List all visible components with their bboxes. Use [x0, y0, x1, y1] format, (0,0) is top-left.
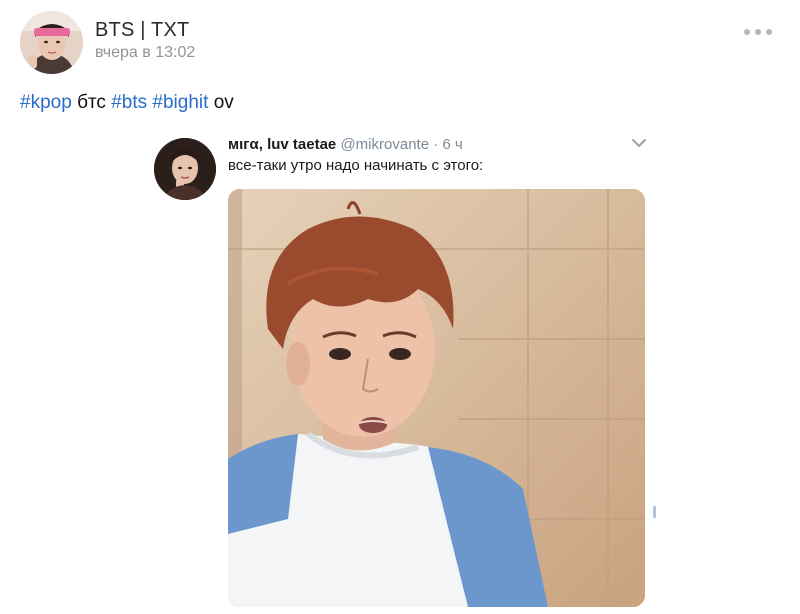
hashtag-bighit[interactable]: #bighit: [152, 92, 208, 113]
post-timestamp[interactable]: вчера в 13:02: [95, 44, 195, 62]
tweet-header: мιгα, luv taetae @mikrovante · 6 ч: [228, 136, 463, 153]
author-avatar[interactable]: [20, 11, 83, 74]
tweet-avatar: [154, 138, 216, 200]
tweet-photo: [228, 189, 645, 607]
hashtag-bts[interactable]: #bts: [111, 92, 147, 113]
tweet-text: все-таки утро надо начинать с этого:: [228, 157, 484, 174]
post-word: ov: [213, 92, 234, 113]
tweet-photo-drawing: [228, 189, 645, 607]
wall-post: BTS | TXT вчера в 13:02 #kpop бтс #bts #…: [0, 0, 800, 614]
scroll-indicator: [653, 506, 656, 518]
tweet-handle: @mikrovante: [340, 136, 430, 153]
chevron-down-icon: [632, 139, 646, 147]
more-dots-icon[interactable]: [744, 26, 772, 38]
tweet-author-name: мιгα, luv taetae: [228, 136, 337, 153]
dot: [766, 29, 772, 35]
dot: [744, 29, 750, 35]
tweet-time: 6 ч: [442, 136, 463, 153]
attached-tweet-image[interactable]: мιгα, luv taetae @mikrovante · 6 ч все-т…: [150, 122, 660, 614]
tweet-avatar-photo: [154, 138, 216, 200]
post-word: бтс: [77, 92, 106, 113]
author-name[interactable]: BTS | TXT: [95, 19, 189, 42]
post-text: #kpop бтс #bts #bighit ov: [20, 92, 234, 114]
hashtag-kpop[interactable]: #kpop: [20, 92, 72, 113]
avatar-photo: [20, 11, 83, 74]
tweet-separator: ·: [433, 136, 439, 153]
dot: [755, 29, 761, 35]
